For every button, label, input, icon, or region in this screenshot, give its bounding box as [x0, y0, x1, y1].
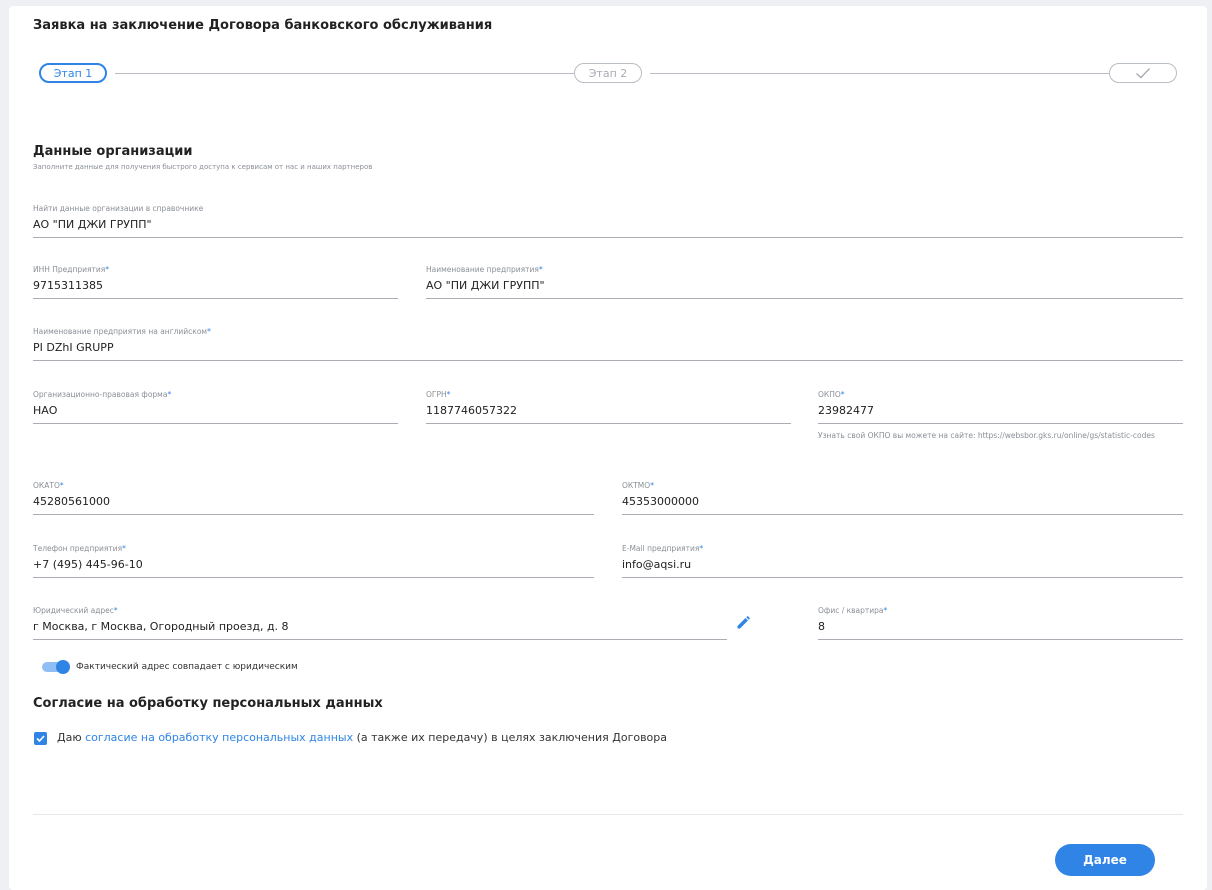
oktmo-underline	[622, 514, 1183, 515]
legal-form-input[interactable]: НАО	[33, 404, 398, 418]
consent-suffix: (а также их передачу) в целях заключения…	[353, 731, 668, 744]
okato-label: ОКАТО*	[33, 481, 64, 490]
step-1-label: Этап 1	[53, 66, 93, 80]
oktmo-input[interactable]: 45353000000	[622, 495, 1183, 509]
company-name-en-underline	[33, 360, 1183, 361]
email-label: E-Mail предприятия*	[622, 544, 704, 553]
step-2[interactable]: Этап 2	[574, 63, 642, 83]
directory-search-label: Найти данные организации в справочнике	[33, 204, 204, 213]
legal-form-label: Организационно-правовая форма*	[33, 390, 172, 399]
ogrn-underline	[426, 423, 791, 424]
company-name-input[interactable]: АО "ПИ ДЖИ ГРУПП"	[426, 279, 1183, 293]
page-title: Заявка на заключение Договора банковског…	[33, 18, 493, 33]
okpo-field[interactable]: ОКПО* 23982477 Узнать свой ОКПО вы может…	[818, 390, 1183, 443]
okpo-input[interactable]: 23982477	[818, 404, 1183, 418]
actual-address-toggle[interactable]	[42, 660, 70, 674]
okpo-hint: Узнать свой ОКПО вы можете на сайте: htt…	[818, 431, 1155, 440]
section-subtitle: Заполните данные для получения быстрого …	[33, 163, 373, 171]
office-label: Офис / квартира*	[818, 606, 888, 615]
consent-link[interactable]: согласие на обработку персональных данны…	[85, 731, 353, 744]
okato-input[interactable]: 45280561000	[33, 495, 594, 509]
legal-form-field[interactable]: Организационно-правовая форма* НАО	[33, 390, 398, 424]
application-card: Заявка на заключение Договора банковског…	[9, 6, 1207, 890]
consent-text: Даю согласие на обработку персональных д…	[57, 731, 667, 744]
inn-underline	[33, 298, 398, 299]
step-2-label: Этап 2	[588, 66, 628, 80]
legal-address-underline	[33, 639, 727, 640]
next-button[interactable]: Далее	[1055, 844, 1155, 876]
actual-address-toggle-label: Фактический адрес совпадает с юридически…	[76, 662, 298, 672]
consent-prefix: Даю	[57, 731, 86, 744]
directory-search-field[interactable]: Найти данные организации в справочнике А…	[33, 204, 1183, 238]
stepper: Этап 1 Этап 2	[39, 63, 1177, 83]
inn-label: ИНН Предприятия*	[33, 265, 110, 274]
stepper-line-1	[115, 73, 574, 74]
section-title: Данные организации	[33, 144, 193, 159]
stepper-line-2	[650, 73, 1111, 74]
legal-address-input[interactable]: г Москва, г Москва, Огородный проезд, д.…	[33, 620, 727, 634]
directory-search-input[interactable]: АО "ПИ ДЖИ ГРУПП"	[33, 218, 1183, 232]
okpo-underline	[818, 423, 1183, 424]
company-name-en-label: Наименование предприятия на английском*	[33, 327, 211, 336]
company-name-label: Наименование предприятия*	[426, 265, 543, 274]
okpo-label: ОКПО*	[818, 390, 845, 399]
step-finish[interactable]	[1109, 63, 1177, 83]
inn-field[interactable]: ИНН Предприятия* 9715311385	[33, 265, 398, 299]
office-input[interactable]: 8	[818, 620, 1183, 634]
company-name-en-input[interactable]: PI DZhI GRUPP	[33, 341, 1183, 355]
phone-input[interactable]: +7 (495) 445-96-10	[33, 558, 594, 572]
email-input[interactable]: info@aqsi.ru	[622, 558, 1183, 572]
checkbox-check-icon	[36, 735, 45, 742]
step-1[interactable]: Этап 1	[39, 63, 107, 83]
office-underline	[818, 639, 1183, 640]
office-field[interactable]: Офис / квартира* 8	[818, 606, 1183, 640]
consent-checkbox[interactable]	[34, 732, 47, 745]
phone-label: Телефон предприятия*	[33, 544, 126, 553]
email-underline	[622, 577, 1183, 578]
legal-address-field[interactable]: Юридический адрес* г Москва, г Москва, О…	[33, 606, 727, 640]
legal-form-underline	[33, 423, 398, 424]
pencil-icon[interactable]	[736, 616, 750, 630]
oktmo-label: ОКТМО*	[622, 481, 654, 490]
company-name-field[interactable]: Наименование предприятия* АО "ПИ ДЖИ ГРУ…	[426, 265, 1183, 299]
email-field[interactable]: E-Mail предприятия* info@aqsi.ru	[622, 544, 1183, 578]
oktmo-field[interactable]: ОКТМО* 45353000000	[622, 481, 1183, 515]
footer-divider	[33, 814, 1183, 815]
ogrn-field[interactable]: ОГРН* 1187746057322	[426, 390, 791, 424]
ogrn-input[interactable]: 1187746057322	[426, 404, 791, 418]
check-icon	[1136, 68, 1151, 79]
phone-field[interactable]: Телефон предприятия* +7 (495) 445-96-10	[33, 544, 594, 578]
toggle-knob	[56, 660, 70, 674]
directory-search-underline	[33, 237, 1183, 238]
inn-input[interactable]: 9715311385	[33, 279, 398, 293]
consent-title: Согласие на обработку персональных данны…	[33, 696, 383, 711]
ogrn-label: ОГРН*	[426, 390, 451, 399]
company-name-en-field[interactable]: Наименование предприятия на английском* …	[33, 327, 1183, 361]
phone-underline	[33, 577, 594, 578]
legal-address-label: Юридический адрес*	[33, 606, 118, 615]
okato-underline	[33, 514, 594, 515]
okato-field[interactable]: ОКАТО* 45280561000	[33, 481, 594, 515]
company-name-underline	[426, 298, 1183, 299]
